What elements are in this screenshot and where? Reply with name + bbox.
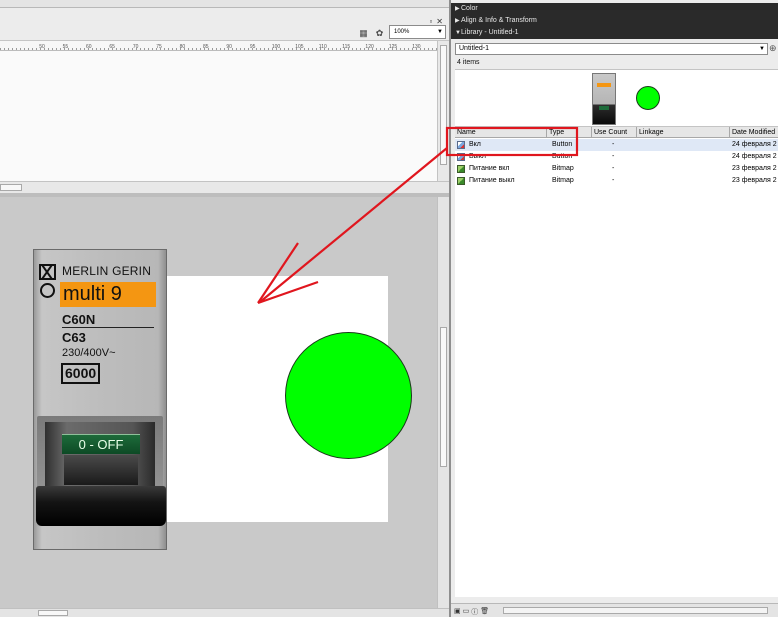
brand-logo-icon — [39, 264, 57, 300]
collapse-arrow-icon: ▼ — [455, 30, 461, 36]
zoom-select[interactable]: 100% ▼ — [389, 25, 446, 39]
breaker-type-code: C60N — [62, 312, 96, 327]
table-row[interactable]: Выкл Button - 24 февраля 2 — [455, 151, 778, 163]
table-row[interactable]: Питание выкл Bitmap - 23 февраля 2 — [455, 175, 778, 187]
item-date: 23 февраля 2 — [732, 177, 777, 184]
scroll-thumb[interactable] — [38, 610, 68, 616]
item-name: Питание выкл — [469, 177, 515, 184]
document-tab-strip — [0, 0, 449, 8]
new-folder-icon[interactable]: ▭ — [463, 607, 470, 617]
breaker-maker: MERLIN GERIN — [62, 264, 152, 278]
toggle-state-label: 0 - OFF — [62, 434, 140, 454]
timeline-vertical-scrollbar[interactable] — [437, 41, 449, 181]
scroll-thumb[interactable] — [0, 184, 22, 191]
item-type: Bitmap — [552, 177, 574, 184]
scroll-thumb[interactable] — [440, 45, 447, 165]
toggle-lever[interactable] — [36, 486, 166, 526]
timeline-frames[interactable] — [0, 51, 437, 181]
breaker-voltage: 230/400V~ — [62, 347, 116, 359]
panel-title: Color — [461, 5, 478, 12]
bitmap-icon — [457, 165, 465, 173]
chevron-down-icon: ▼ — [759, 46, 765, 52]
library-preview — [455, 69, 778, 127]
library-bottom-bar: ▣ ▭ ⓘ 🗑 — [451, 603, 778, 617]
edit-symbol-icon[interactable]: ✿ — [374, 28, 385, 38]
preview-breaker-thumbnail — [592, 73, 616, 125]
table-row[interactable]: Вкл Button - 24 февраля 2 — [455, 139, 778, 151]
button-symbol-icon — [457, 153, 465, 161]
item-date: 24 февраля 2 — [732, 153, 777, 160]
properties-icon[interactable]: ⓘ — [471, 607, 478, 617]
library-item-count: 4 items — [457, 59, 480, 66]
bitmap-icon — [457, 177, 465, 185]
panels-dock: ▶ Color ▶ Align & Info & Transform ▼ Lib… — [449, 0, 778, 617]
column-header-use-count[interactable]: Use Count — [591, 127, 636, 138]
breaker-rating: C63 — [62, 330, 86, 345]
item-use-count: - — [612, 153, 615, 160]
scroll-thumb[interactable] — [440, 327, 447, 467]
expand-arrow-icon: ▶ — [455, 18, 460, 24]
edit-scene-icon[interactable]: ▦ — [358, 28, 369, 38]
item-name: Вкл — [469, 141, 481, 148]
preview-circle-thumbnail — [636, 86, 660, 110]
edit-bar: _ ▫ ✕ ▦ ✿ 100% ▼ — [0, 8, 449, 41]
stage-vertical-scrollbar[interactable] — [437, 197, 449, 608]
table-header: Name Type Use Count Linkage Date Modifie… — [455, 127, 778, 138]
column-header-date-modified[interactable]: Date Modified — [729, 127, 778, 138]
library-items-table: Name Type Use Count Linkage Date Modifie… — [455, 127, 778, 597]
table-row[interactable]: Питание вкл Bitmap - 23 февраля 2 — [455, 163, 778, 175]
item-date: 24 февраля 2 — [732, 141, 777, 148]
circuit-breaker-bitmap[interactable]: MERLIN GERIN multi 9 C60N C63 230/400V~ … — [33, 249, 167, 550]
item-type: Button — [552, 153, 573, 160]
divider-line — [62, 327, 154, 328]
column-header-linkage[interactable]: Linkage — [636, 127, 729, 138]
pin-library-icon[interactable]: ⊕ — [769, 43, 777, 54]
delete-icon[interactable]: 🗑 — [480, 607, 489, 617]
timeline-ruler: 50 55 60 65 70 75 80 85 90 95 100 105 110 115 120 125 13… — [0, 41, 443, 51]
library-panel-header[interactable]: ▼ Library - Untitled-1 — [451, 27, 778, 39]
library-horizontal-scrollbar[interactable] — [503, 607, 768, 614]
panel-title: Align & Info & Transform — [461, 17, 537, 24]
color-panel-header[interactable]: ▶ Color — [451, 3, 778, 15]
selected-document: Untitled-1 — [459, 45, 489, 52]
expand-arrow-icon: ▶ — [455, 6, 460, 12]
document-editor: _ ▫ ✕ ▦ ✿ 100% ▼ 50 55 60 65 70 75 80 85 90 95 100… — [0, 0, 449, 617]
library-document-select[interactable]: Untitled-1 ▼ — [455, 43, 768, 55]
panel-title: Library - Untitled-1 — [461, 29, 519, 36]
column-header-type[interactable]: Type — [546, 127, 591, 138]
item-use-count: - — [612, 141, 615, 148]
button-symbol-icon — [457, 141, 465, 149]
item-type: Button — [552, 141, 573, 148]
toggle-base — [64, 455, 138, 485]
breaker-capacity: 6000 — [61, 363, 101, 384]
item-use-count: - — [612, 177, 615, 184]
item-date: 23 февраля 2 — [732, 165, 777, 172]
item-type: Bitmap — [552, 165, 574, 172]
breaker-model-plate: multi 9 — [60, 282, 156, 307]
item-use-count: - — [612, 165, 615, 172]
ruler-marks — [0, 48, 437, 50]
item-name: Выкл — [469, 153, 486, 160]
item-name: Питание вкл — [469, 165, 510, 172]
new-symbol-icon[interactable]: ▣ — [454, 607, 461, 617]
flash-ide-window: _ ▫ ✕ ▦ ✿ 100% ▼ 50 55 60 65 70 75 80 85 90 95 100… — [0, 0, 778, 617]
chevron-down-icon: ▼ — [437, 29, 443, 35]
stage-horizontal-scrollbar[interactable] — [0, 608, 449, 617]
timeline-horizontal-scrollbar[interactable] — [0, 181, 449, 193]
column-header-name[interactable]: Name — [455, 127, 546, 138]
zoom-value: 100% — [394, 29, 410, 35]
green-circle-shape[interactable] — [285, 332, 412, 459]
align-panel-header[interactable]: ▶ Align & Info & Transform — [451, 15, 778, 27]
